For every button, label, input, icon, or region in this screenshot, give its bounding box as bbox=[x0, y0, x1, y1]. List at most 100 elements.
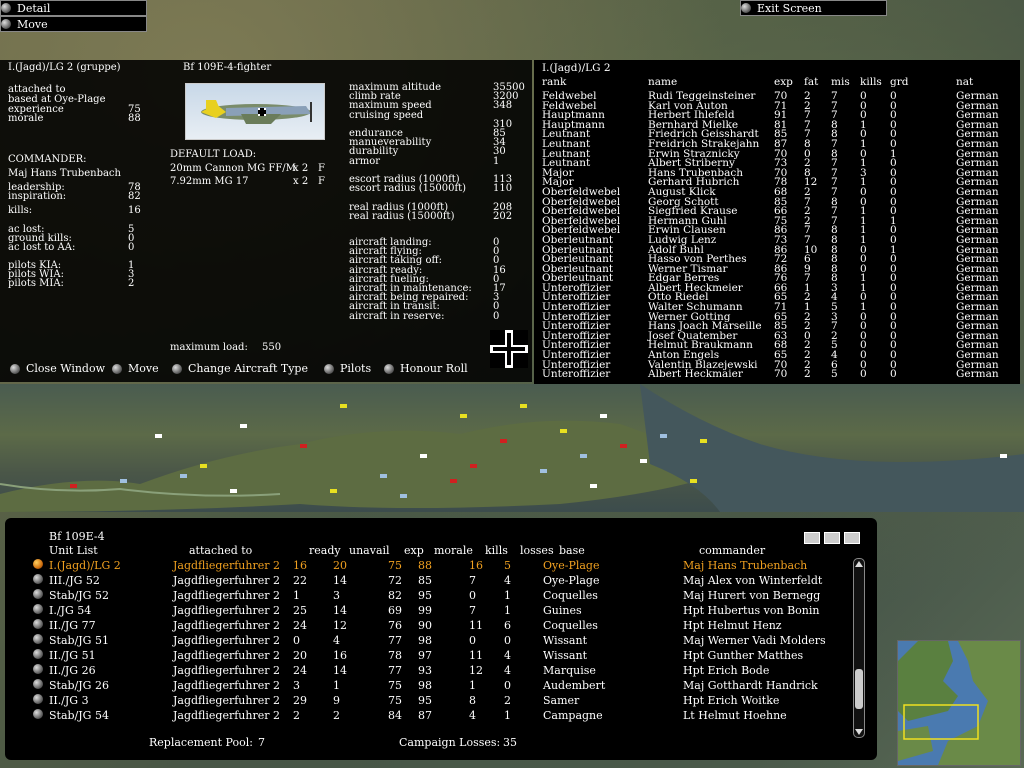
unit-row[interactable]: III./JG 52 Jagdfliegerfuhrer 2 22 14 72 85 7 4 O… bbox=[33, 573, 833, 588]
map-unit-marker[interactable] bbox=[700, 439, 707, 443]
unit-list-col-header[interactable]: ready bbox=[309, 544, 341, 557]
unit-select-orb-icon[interactable] bbox=[33, 649, 43, 659]
pilot-col-header[interactable]: exp bbox=[774, 76, 793, 88]
unit-cell: 2 bbox=[293, 709, 300, 722]
unit-select-orb-icon[interactable] bbox=[33, 634, 43, 644]
pilot-row[interactable]: Unteroffizier Albert Heckmaier 70 2 5 0 0 Germa… bbox=[542, 369, 1016, 380]
map-unit-marker[interactable] bbox=[200, 464, 207, 468]
unit-cell: Audembert bbox=[543, 679, 606, 692]
unit-row[interactable]: Stab/JG 52 Jagdfliegerfuhrer 2 1 3 82 95 0 1 Coq… bbox=[33, 588, 833, 603]
pilot-col-header[interactable]: name bbox=[648, 76, 677, 88]
move-button[interactable]: Move bbox=[112, 362, 159, 375]
unit-list-col-header[interactable]: morale bbox=[434, 544, 473, 557]
maximize-icon[interactable] bbox=[844, 532, 860, 544]
pilot-cell: 0 bbox=[890, 310, 897, 323]
map-unit-marker[interactable] bbox=[540, 469, 547, 473]
unit-select-orb-icon[interactable] bbox=[33, 574, 43, 584]
detail-button[interactable]: Detail bbox=[0, 0, 147, 16]
unit-row[interactable]: Stab/JG 26 Jagdfliegerfuhrer 2 3 1 75 98 1 0 Aud… bbox=[33, 678, 833, 693]
map-unit-marker[interactable] bbox=[420, 454, 427, 458]
unit-list-col-header[interactable]: kills bbox=[485, 544, 508, 557]
map-unit-marker[interactable] bbox=[660, 434, 667, 438]
unit-select-orb-icon[interactable] bbox=[33, 619, 43, 629]
scroll-up-icon[interactable] bbox=[855, 561, 863, 567]
scroll-thumb[interactable] bbox=[855, 669, 863, 709]
unit-cell: 4 bbox=[333, 634, 340, 647]
map-unit-marker[interactable] bbox=[690, 479, 697, 483]
map-unit-marker[interactable] bbox=[120, 479, 127, 483]
pilot-cell: 0 bbox=[890, 253, 897, 266]
map-unit-marker[interactable] bbox=[500, 439, 507, 443]
exit-screen-button[interactable]: Exit Screen bbox=[740, 0, 887, 16]
change-aircraft-type-button[interactable]: Change Aircraft Type bbox=[172, 362, 308, 375]
campaign-map[interactable] bbox=[0, 384, 1024, 512]
map-unit-marker[interactable] bbox=[330, 489, 337, 493]
map-unit-marker[interactable] bbox=[240, 424, 247, 428]
close-window-button[interactable]: Close Window bbox=[10, 362, 105, 375]
map-unit-marker[interactable] bbox=[380, 474, 387, 478]
map-unit-marker[interactable] bbox=[340, 404, 347, 408]
unit-row[interactable]: II./JG 51 Jagdfliegerfuhrer 2 20 16 78 97 11 4 W… bbox=[33, 648, 833, 663]
map-unit-marker[interactable] bbox=[400, 494, 407, 498]
map-unit-marker[interactable] bbox=[450, 479, 457, 483]
pilot-col-header[interactable]: kills bbox=[860, 76, 882, 88]
pilot-col-header[interactable]: nat bbox=[956, 76, 973, 88]
unit-list-col-header[interactable]: base bbox=[559, 544, 585, 557]
map-unit-marker[interactable] bbox=[590, 484, 597, 488]
pilot-cell: 0 bbox=[890, 301, 897, 314]
map-unit-marker[interactable] bbox=[180, 474, 187, 478]
unit-row[interactable]: I.(Jagd)/LG 2 Jagdfliegerfuhrer 2 16 20 75 88… bbox=[33, 558, 833, 573]
map-unit-marker[interactable] bbox=[560, 429, 567, 433]
unit-row[interactable]: I./JG 54 Jagdfliegerfuhrer 2 25 14 69 99 7 1 Gui… bbox=[33, 603, 833, 618]
map-unit-marker[interactable] bbox=[230, 489, 237, 493]
map-unit-marker[interactable] bbox=[620, 444, 627, 448]
unit-list-col-header[interactable]: commander bbox=[699, 544, 765, 557]
pilot-col-header[interactable]: grd bbox=[890, 76, 908, 88]
pilot-col-header[interactable]: fat bbox=[804, 76, 818, 88]
unit-cell: Guines bbox=[543, 604, 582, 617]
unit-list-scrollbar[interactable] bbox=[853, 558, 865, 738]
map-unit-marker[interactable] bbox=[155, 434, 162, 438]
unit-list-col-header[interactable]: losses bbox=[520, 544, 554, 557]
unit-list-col-header[interactable]: Unit List bbox=[49, 544, 98, 557]
map-unit-marker[interactable] bbox=[600, 414, 607, 418]
stat-value: 202 bbox=[493, 210, 513, 222]
minimap[interactable] bbox=[897, 640, 1021, 766]
pilots-button[interactable]: Pilots bbox=[324, 362, 371, 375]
map-unit-marker[interactable] bbox=[470, 464, 477, 468]
map-unit-marker[interactable] bbox=[580, 454, 587, 458]
restore-icon[interactable] bbox=[824, 532, 840, 544]
map-unit-marker[interactable] bbox=[460, 414, 467, 418]
unit-list-col-header[interactable]: unavail bbox=[349, 544, 390, 557]
unit-select-orb-icon[interactable] bbox=[33, 679, 43, 689]
unit-select-orb-icon[interactable] bbox=[33, 694, 43, 704]
unit-select-orb-icon[interactable] bbox=[33, 709, 43, 719]
unit-cell: 14 bbox=[333, 574, 347, 587]
honour-roll-button[interactable]: Honour Roll bbox=[384, 362, 468, 375]
campaign-losses-label: Campaign Losses: bbox=[399, 736, 501, 749]
map-unit-marker[interactable] bbox=[1000, 454, 1007, 458]
map-unit-marker[interactable] bbox=[300, 444, 307, 448]
map-unit-marker[interactable] bbox=[520, 404, 527, 408]
unit-row[interactable]: Stab/JG 54 Jagdfliegerfuhrer 2 2 2 84 87 4 1 Cam… bbox=[33, 708, 833, 723]
unit-list-col-header[interactable]: attached to bbox=[189, 544, 252, 557]
unit-cell: Jagdfliegerfuhrer 2 bbox=[173, 694, 280, 707]
unit-row[interactable]: II./JG 26 Jagdfliegerfuhrer 2 24 14 77 93 12 4 M… bbox=[33, 663, 833, 678]
unit-select-orb-icon[interactable] bbox=[33, 589, 43, 599]
map-unit-marker[interactable] bbox=[640, 459, 647, 463]
unit-select-orb-icon[interactable] bbox=[33, 664, 43, 674]
unit-select-orb-icon[interactable] bbox=[33, 559, 43, 569]
scroll-down-icon[interactable] bbox=[855, 729, 863, 735]
aircraft-image bbox=[185, 83, 325, 140]
move-top-button[interactable]: Move bbox=[0, 16, 147, 32]
pilot-col-header[interactable]: rank bbox=[542, 76, 566, 88]
pilot-col-header[interactable]: mis bbox=[831, 76, 850, 88]
unit-list-col-header[interactable]: exp bbox=[404, 544, 424, 557]
unit-select-orb-icon[interactable] bbox=[33, 604, 43, 614]
unit-row[interactable]: II./JG 3 Jagdfliegerfuhrer 2 29 9 75 95 8 2 Same… bbox=[33, 693, 833, 708]
button-orb-icon bbox=[741, 3, 751, 13]
map-unit-marker[interactable] bbox=[70, 484, 77, 488]
unit-row[interactable]: Stab/JG 51 Jagdfliegerfuhrer 2 0 4 77 98 0 0 Wis… bbox=[33, 633, 833, 648]
unit-row[interactable]: II./JG 77 Jagdfliegerfuhrer 2 24 12 76 90 11 6 C… bbox=[33, 618, 833, 633]
minimize-icon[interactable] bbox=[804, 532, 820, 544]
